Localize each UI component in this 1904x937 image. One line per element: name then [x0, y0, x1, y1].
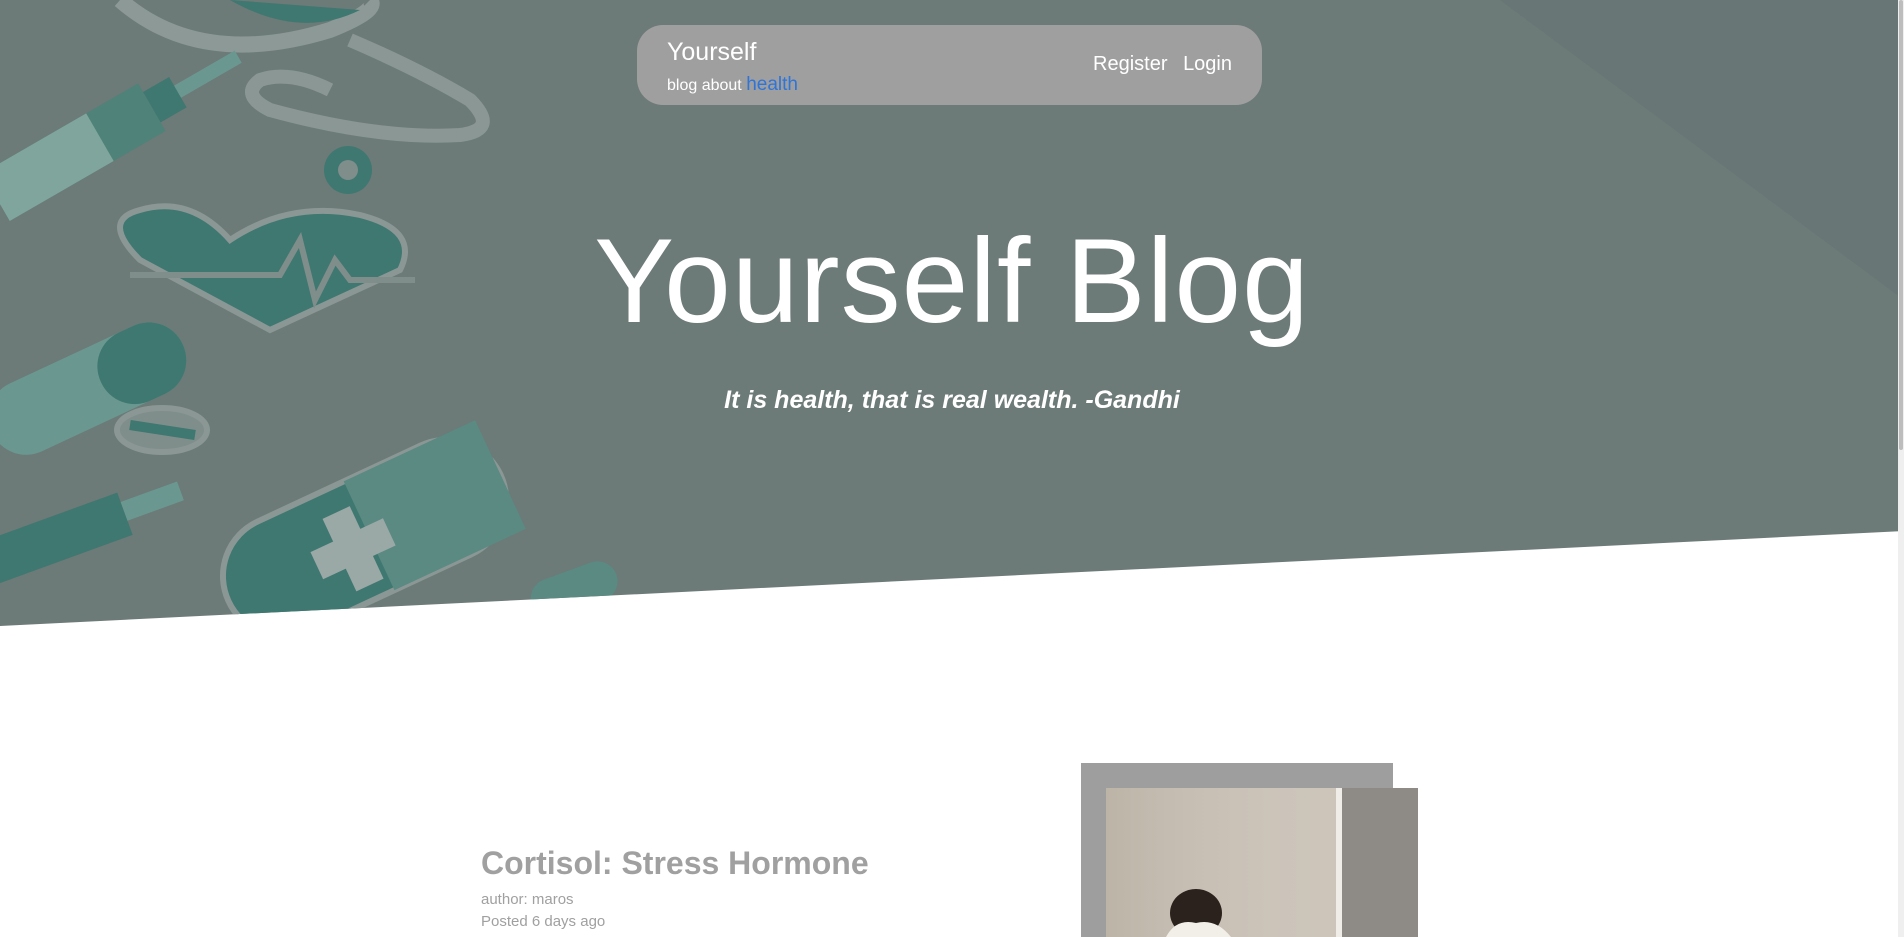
brand-subtitle: blog about health — [667, 74, 798, 96]
post-image[interactable] — [1106, 788, 1418, 937]
nav-links: Register Login — [1083, 53, 1232, 76]
post-date: Posted 6 days ago — [481, 913, 606, 930]
navbar: Yourself blog about health Register Logi… — [637, 25, 1262, 105]
post-photo-illustration — [1106, 788, 1418, 937]
login-link[interactable]: Login — [1183, 53, 1232, 75]
scrollbar[interactable] — [1898, 0, 1904, 937]
brand-title[interactable]: Yourself — [667, 38, 756, 67]
brand-subtitle-prefix: blog about — [667, 77, 742, 94]
hero-title: Yourself Blog — [594, 214, 1310, 348]
post-title[interactable]: Cortisol: Stress Hormone — [481, 845, 869, 882]
post-author: author: maros — [481, 891, 574, 908]
brand-subtitle-accent: health — [746, 74, 798, 95]
hero-quote: It is health, that is real wealth. -Gand… — [724, 386, 1180, 414]
register-link[interactable]: Register — [1093, 53, 1167, 75]
